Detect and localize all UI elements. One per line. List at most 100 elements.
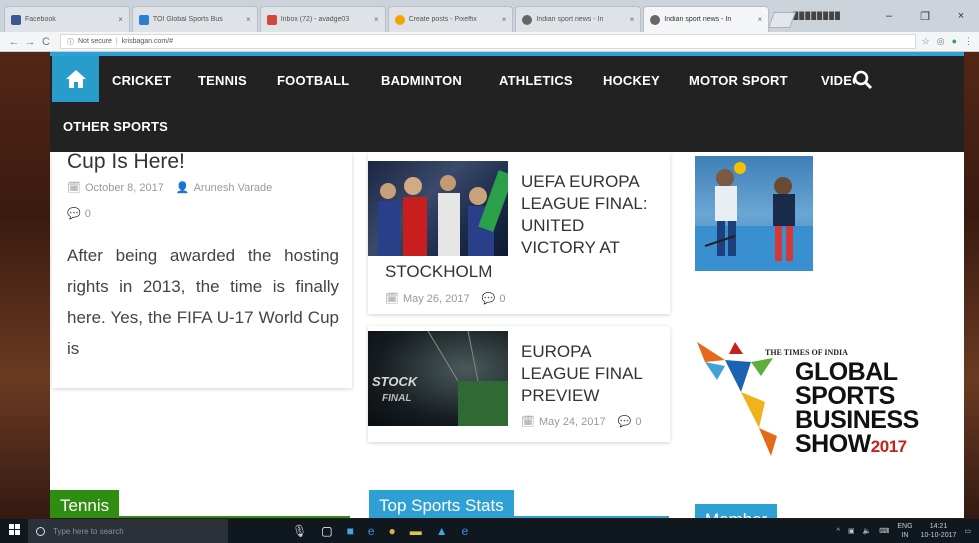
notifications-icon[interactable]: ▭ bbox=[964, 527, 971, 535]
widget-title-top-sports-stats: Top Sports Stats bbox=[369, 490, 514, 518]
post-date[interactable]: May 26, 2017 bbox=[403, 293, 470, 305]
post-title[interactable]: EUROPA LEAGUE FINAL PREVIEW bbox=[521, 341, 643, 407]
start-button[interactable] bbox=[0, 524, 28, 538]
tab-close-icon[interactable]: × bbox=[502, 15, 507, 24]
post-date[interactable]: May 24, 2017 bbox=[539, 416, 606, 428]
browser-tab[interactable]: Create posts - Pixeffix × bbox=[387, 6, 514, 32]
title-line: LEAGUE FINAL: bbox=[521, 194, 648, 213]
widget-underline bbox=[50, 516, 350, 518]
tab-close-icon[interactable]: × bbox=[118, 15, 123, 24]
new-tab-button[interactable] bbox=[768, 12, 797, 28]
task-view-icon[interactable]: ▢ bbox=[321, 524, 332, 538]
extension-icon[interactable]: ● bbox=[952, 36, 957, 47]
nav-item-motor-sport[interactable]: MOTOR SPORT bbox=[689, 73, 788, 88]
post-comments[interactable]: 💬 0 bbox=[67, 207, 91, 221]
tab-close-icon[interactable]: × bbox=[757, 15, 762, 24]
clock[interactable]: 14:21 10-10-2017 bbox=[921, 522, 957, 540]
tab-title: Indian sport news - In bbox=[664, 16, 732, 23]
minimize-icon[interactable]: – bbox=[871, 10, 907, 22]
tab-favicon-icon bbox=[138, 14, 149, 25]
home-button[interactable] bbox=[52, 56, 99, 102]
url-text: krisbagan.com/# bbox=[121, 38, 174, 45]
bookmark-star-icon[interactable]: ☆ bbox=[922, 36, 930, 47]
info-icon[interactable]: ⓘ bbox=[67, 37, 74, 47]
calendar-icon: 🗓 bbox=[521, 416, 535, 428]
address-bar: ← → C ⓘ Not secure | krisbagan.com/# ☆ ◎… bbox=[0, 32, 979, 52]
system-tray: ^ ▣ 🔈 ⌨ ENG IN 14:21 10-10-2017 ▭ bbox=[837, 522, 979, 540]
ad-kicker: THE TIMES OF INDIA bbox=[765, 348, 848, 357]
hockey-image[interactable] bbox=[695, 156, 813, 271]
file-explorer-icon[interactable]: ▬ bbox=[410, 524, 422, 538]
profile-name[interactable]: ████████ bbox=[793, 13, 841, 20]
comment-count[interactable]: 0 bbox=[635, 416, 641, 428]
browser-tab[interactable]: TOI Global Sports Bus × bbox=[131, 6, 258, 32]
chevron-up-icon[interactable]: ^ bbox=[837, 528, 840, 535]
edge-icon[interactable]: e bbox=[368, 524, 375, 538]
title-line: VICTORY AT bbox=[521, 238, 620, 257]
extension-icon[interactable]: ◎ bbox=[937, 36, 945, 47]
internet-explorer-icon[interactable]: e bbox=[462, 524, 469, 538]
widget-title-member: Member bbox=[695, 504, 778, 518]
nav-item-athletics[interactable]: ATHLETICS bbox=[499, 73, 573, 88]
comment-icon: 💬 bbox=[617, 416, 632, 428]
post-meta: 🗓 May 24, 2017 💬 0 bbox=[521, 415, 641, 429]
tab-close-icon[interactable]: × bbox=[246, 15, 251, 24]
ad-banner[interactable]: THE TIMES OF INDIA GLOBAL SPORTS BUSINES… bbox=[695, 332, 945, 472]
nav-item-tennis[interactable]: TENNIS bbox=[198, 73, 247, 88]
nav-item-video[interactable]: VIDEO bbox=[821, 73, 855, 88]
post-date[interactable]: October 8, 2017 bbox=[85, 182, 164, 194]
title-line: PREVIEW bbox=[521, 386, 600, 405]
chrome-icon[interactable]: ● bbox=[389, 524, 396, 538]
tab-title: Facebook bbox=[25, 16, 56, 23]
close-window-icon[interactable]: × bbox=[943, 10, 979, 22]
search-button[interactable] bbox=[853, 70, 873, 95]
post-thumbnail[interactable]: STOCK FINAL bbox=[368, 331, 508, 426]
post-thumbnail[interactable] bbox=[368, 161, 508, 256]
volume-icon[interactable]: 🔈 bbox=[863, 527, 872, 535]
browser-tab-active[interactable]: Indian sport news - In × bbox=[643, 6, 770, 32]
nav-item-football[interactable]: FOOTBALL bbox=[277, 73, 349, 88]
taskbar-search-placeholder: Type here to search bbox=[53, 526, 124, 536]
network-icon[interactable]: ▣ bbox=[848, 527, 855, 535]
lang-code: ENG bbox=[897, 523, 913, 530]
language-indicator[interactable]: ENG IN bbox=[897, 522, 912, 540]
taskbar-search[interactable]: Type here to search bbox=[28, 519, 228, 543]
nav-item-badminton[interactable]: BADMINTON bbox=[381, 73, 462, 88]
browser-tab[interactable]: Facebook × bbox=[4, 6, 130, 32]
reload-icon[interactable]: C bbox=[38, 36, 54, 48]
keyboard-icon[interactable]: ⌨ bbox=[879, 527, 889, 535]
post-author[interactable]: Arunesh Varade bbox=[194, 182, 273, 194]
app-icon[interactable]: ▲ bbox=[436, 524, 448, 538]
nav-item-hockey[interactable]: HOCKEY bbox=[603, 73, 660, 88]
security-label: Not secure bbox=[78, 38, 112, 45]
store-icon[interactable]: ■ bbox=[347, 524, 354, 538]
tab-close-icon[interactable]: × bbox=[374, 15, 379, 24]
browser-tab[interactable]: Inbox (72) - avadge03 × bbox=[259, 6, 386, 32]
back-icon[interactable]: ← bbox=[6, 36, 22, 48]
nav-item-cricket[interactable]: CRICKET bbox=[112, 73, 171, 88]
maximize-icon[interactable]: ❐ bbox=[907, 10, 943, 23]
post-title-tail[interactable]: STOCKHOLM bbox=[385, 261, 492, 283]
tab-title: TOI Global Sports Bus bbox=[152, 16, 223, 23]
tab-close-icon[interactable]: × bbox=[630, 15, 635, 24]
website-viewport: CRICKET TENNIS FOOTBALL BADMINTON ATHLET… bbox=[50, 52, 964, 518]
post-card: UEFA EUROPA LEAGUE FINAL: UNITED VICTORY… bbox=[368, 152, 670, 314]
comment-count[interactable]: 0 bbox=[499, 293, 505, 305]
post-meta: 🗓 May 26, 2017 💬 0 bbox=[385, 292, 505, 306]
windows-icon bbox=[8, 524, 20, 535]
browser-tab[interactable]: Indian sport news - In × bbox=[515, 6, 642, 32]
forward-icon[interactable]: → bbox=[22, 36, 38, 48]
comment-count: 0 bbox=[84, 207, 91, 220]
tab-favicon-icon bbox=[522, 14, 533, 25]
ad-year: 2017 bbox=[870, 437, 907, 456]
menu-icon[interactable]: ⋮ bbox=[964, 36, 973, 47]
post-title[interactable]: Cup Is Here! bbox=[67, 150, 185, 174]
tab-favicon-icon bbox=[650, 14, 661, 25]
microphone-icon[interactable]: 🎙 bbox=[292, 524, 307, 538]
nav-item-other-sports[interactable]: OTHER SPORTS bbox=[63, 119, 168, 134]
cortana-icon bbox=[36, 526, 45, 536]
tab-favicon-icon bbox=[11, 14, 21, 25]
url-input[interactable]: ⓘ Not secure | krisbagan.com/# bbox=[60, 34, 916, 49]
post-title[interactable]: UEFA EUROPA LEAGUE FINAL: UNITED VICTORY… bbox=[521, 171, 648, 259]
ad-line: SHOW bbox=[795, 430, 871, 458]
